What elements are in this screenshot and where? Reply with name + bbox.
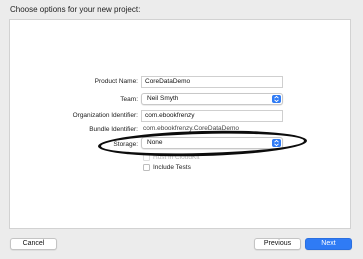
storage-popup[interactable]: None	[141, 137, 283, 149]
organization-identifier-label: Organization Identifier:	[72, 112, 138, 119]
include-tests-label: Include Tests	[153, 164, 191, 171]
next-button[interactable]: Next	[305, 238, 352, 250]
storage-label: Storage:	[113, 141, 138, 148]
host-in-cloudkit-label: Host in CloudKit	[153, 154, 200, 161]
checkbox-box	[143, 154, 150, 161]
bundle-identifier-label: Bundle Identifier:	[89, 126, 138, 133]
team-popup-value: Neil Smyth	[147, 95, 179, 102]
previous-button[interactable]: Previous	[254, 238, 301, 250]
storage-popup-value: None	[147, 139, 163, 146]
include-tests-checkbox[interactable]: Include Tests	[143, 163, 191, 172]
checkbox-box	[143, 164, 150, 171]
options-panel	[9, 19, 351, 229]
team-popup[interactable]: Neil Smyth	[141, 93, 283, 105]
dialog-heading: Choose options for your new project:	[10, 5, 141, 14]
chevron-up-down-icon	[272, 139, 281, 147]
product-name-label: Product Name:	[94, 78, 138, 85]
team-label: Team:	[120, 96, 138, 103]
new-project-options-dialog: Choose options for your new project: Pro…	[0, 0, 363, 259]
product-name-field[interactable]: CoreDataDemo	[141, 76, 283, 88]
organization-identifier-field[interactable]: com.ebookfrenzy	[141, 110, 283, 122]
host-in-cloudkit-checkbox[interactable]: Host in CloudKit	[143, 153, 200, 162]
bundle-identifier-value: com.ebookfrenzy.CoreDataDemo	[143, 125, 239, 132]
chevron-up-down-icon	[272, 95, 281, 103]
cancel-button[interactable]: Cancel	[10, 238, 57, 250]
